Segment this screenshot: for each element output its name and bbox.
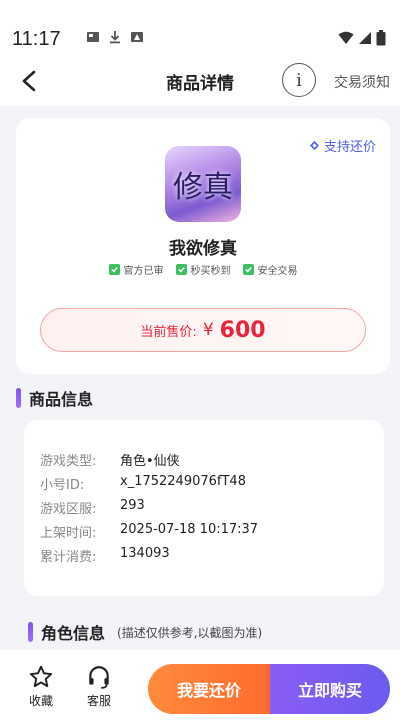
customer-service-button[interactable]: 客服 [86,664,112,709]
purchase-button-group: 我要还价 立即购买 [148,664,390,714]
service-label: 客服 [86,694,111,708]
guarantee-item: 秒买秒到 [175,262,231,277]
bargain-support-label: 支持还价 [323,140,376,155]
battery-icon [376,30,386,46]
info-circle-icon: i [296,69,302,91]
section-accent-bar [16,388,21,408]
role-info-note: (描述仅供参考,以截图为准) [117,625,263,640]
info-value: 134093 [120,546,170,561]
info-value: 293 [120,498,145,513]
app-notification-icon [131,32,143,42]
product-info-card: 游戏类型: 角色•仙侠 小号ID: x_1752249076fT48 游戏区服:… [24,420,384,596]
price-box: 当前售价: ¥ 600 [40,308,366,352]
status-system-icons [338,30,386,46]
favorite-label: 收藏 [28,694,53,708]
headset-icon [89,666,109,689]
price-currency: ¥ [202,320,214,340]
info-key: 游戏类型: [40,454,97,469]
status-bar: 11:17 [0,0,400,56]
game-name: 我欲修真 [169,239,237,259]
diamond-icon [309,141,319,150]
guarantee-item: 官方已审 [108,262,164,277]
info-key: 小号ID: [40,478,85,493]
section-accent-bar [28,622,33,642]
info-value: 角色•仙侠 [120,454,180,469]
wifi-icon [338,31,354,44]
info-key: 累计消费: [40,550,97,565]
status-time: 11:17 [12,28,61,50]
status-notification-icons [86,30,144,44]
product-info-title: 商品信息 [29,390,94,409]
image-notification-icon [87,32,99,42]
info-row: 上架时间: 2025-07-18 10:17:37 [40,522,258,541]
bargain-button[interactable]: 我要还价 [148,664,270,714]
nav-bar: 商品详情 i 交易须知 [0,56,400,106]
checkbox-checked-icon [108,264,120,275]
price-value: 600 [219,317,266,343]
guarantee-list: 官方已审 秒买秒到 安全交易 [16,262,390,277]
buy-now-button[interactable]: 立即购买 [270,664,390,714]
product-card: 支持还价 修真 我欲修真 官方已审 秒买秒到 安全交易 当前售价: ¥ 600 [16,118,390,374]
download-notification-icon [110,31,120,44]
role-info-title: 角色信息 [41,624,106,643]
info-row: 小号ID: x_1752249076fT48 [40,474,246,493]
signal-icon [359,32,371,44]
info-key: 上架时间: [40,526,97,541]
info-key: 游戏区服: [40,502,97,517]
info-button[interactable]: i [282,63,316,97]
guarantee-item: 安全交易 [242,262,298,277]
guarantee-label: 安全交易 [257,266,298,277]
guarantee-label: 秒买秒到 [190,266,231,277]
info-row: 游戏区服: 293 [40,498,145,517]
info-value: x_1752249076fT48 [120,474,246,489]
game-icon-text: 修真 [173,170,233,205]
guarantee-label: 官方已审 [123,266,164,277]
trade-rules-link[interactable]: 交易须知 [334,72,390,92]
star-outline-icon [29,665,53,688]
price-label: 当前售价: [140,324,197,340]
product-info-header: 商品信息 [16,386,93,410]
bargain-support-tag[interactable]: 支持还价 [309,136,376,155]
checkbox-checked-icon [175,264,187,275]
info-value: 2025-07-18 10:17:37 [120,522,259,537]
checkbox-checked-icon [242,264,254,275]
info-row: 游戏类型: 角色•仙侠 [40,450,180,469]
game-icon[interactable]: 修真 [165,146,241,222]
info-row: 累计消费: 134093 [40,546,170,565]
bottom-action-bar: 收藏 客服 我要还价 立即购买 [0,650,400,726]
favorite-button[interactable]: 收藏 [28,664,54,709]
role-info-header: 角色信息 (描述仅供参考,以截图为准) [28,620,262,644]
